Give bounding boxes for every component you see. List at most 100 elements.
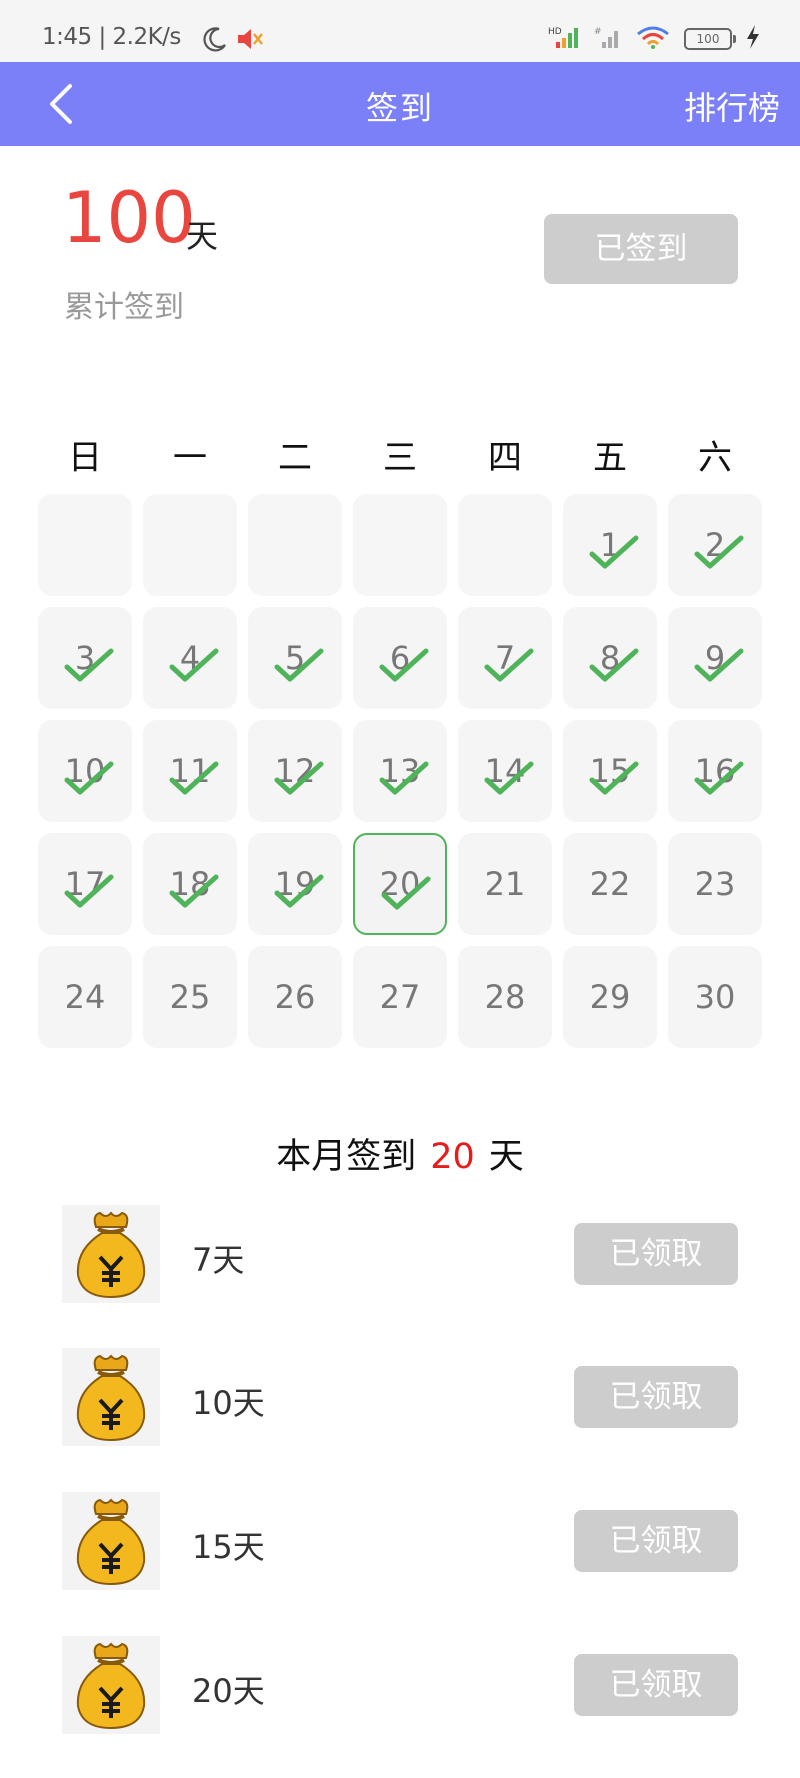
calendar-day[interactable]: 2 (668, 494, 762, 596)
month-summary: 本月签到 20 天 (0, 1128, 800, 1179)
calendar-day[interactable]: 11 (143, 720, 237, 822)
checkmark-icon (64, 761, 114, 795)
day-number: 23 (694, 865, 736, 903)
checkmark-icon (694, 535, 744, 569)
reward-item: 15天 已领取 (62, 1492, 738, 1592)
calendar-day[interactable]: 5 (248, 607, 342, 709)
checkmark-icon (274, 761, 324, 795)
calendar-day[interactable]: 15 (563, 720, 657, 822)
reward-label: 15天 (192, 1528, 265, 1566)
checkmark-icon (484, 648, 534, 682)
calendar-day[interactable]: 24 (38, 946, 132, 1048)
money-bag-icon (62, 1492, 160, 1590)
weekday-label: 一 (173, 438, 207, 478)
calendar-day[interactable]: 26 (248, 946, 342, 1048)
battery-level: 100 (696, 32, 720, 46)
checkmark-icon (274, 874, 324, 908)
calendar-day[interactable]: 9 (668, 607, 762, 709)
day-number: 27 (379, 978, 421, 1016)
battery-icon: 100 (684, 28, 736, 50)
calendar-day[interactable]: 25 (143, 946, 237, 1048)
svg-text:#: # (594, 27, 602, 37)
calendar-day[interactable]: 4 (143, 607, 237, 709)
reward-item: 10天 已领取 (62, 1348, 738, 1448)
reward-item: 7天 已领取 (62, 1205, 738, 1305)
checkmark-icon (379, 648, 429, 682)
calendar-day[interactable]: 13 (353, 720, 447, 822)
day-number: 26 (274, 978, 316, 1016)
calendar-grid: 1 2 3 4 5 6 7 8 9 10 11 12 13 14 15 16 17 18 19 20 21 22 23 24 2… (38, 494, 764, 1048)
money-bag-icon (62, 1348, 160, 1446)
ranking-link[interactable]: 排行榜 (684, 83, 780, 129)
claimed-button[interactable]: 已领取 (574, 1510, 738, 1572)
calendar-day[interactable]: 3 (38, 607, 132, 709)
calendar-day[interactable]: 8 (563, 607, 657, 709)
checkmark-icon (169, 874, 219, 908)
total-days-count: 100 (62, 177, 196, 259)
calendar-day[interactable]: 22 (563, 833, 657, 935)
day-number: 29 (589, 978, 631, 1016)
day-number: 25 (169, 978, 211, 1016)
calendar-day[interactable]: 30 (668, 946, 762, 1048)
charging-icon (746, 25, 760, 53)
checkmark-icon (64, 874, 114, 908)
calendar-day[interactable]: 16 (668, 720, 762, 822)
calendar-empty-cell (248, 494, 342, 596)
page-title: 签到 (365, 89, 434, 127)
calendar-day[interactable]: 28 (458, 946, 552, 1048)
calendar-day[interactable]: 7 (458, 607, 552, 709)
weekday-label: 二 (278, 438, 312, 478)
calendar-day[interactable]: 21 (458, 833, 552, 935)
status-bar: 1:45 | 2.2K/s HD # 100 (0, 0, 800, 62)
month-summary-prefix: 本月签到 (276, 1137, 417, 1177)
calendar-day-today[interactable]: 20 (353, 833, 447, 935)
checkmark-icon (694, 761, 744, 795)
weekday-header: 日一二三四五六 (38, 430, 764, 480)
checkmark-icon (169, 648, 219, 682)
day-number: 21 (484, 865, 526, 903)
checkmark-icon (64, 648, 114, 682)
claimed-button[interactable]: 已领取 (574, 1223, 738, 1285)
calendar-day[interactable]: 1 (563, 494, 657, 596)
calendar-day[interactable]: 17 (38, 833, 132, 935)
reward-item: 20天 已领取 (62, 1636, 738, 1736)
calendar-empty-cell (38, 494, 132, 596)
checkmark-icon (589, 761, 639, 795)
reward-label: 10天 (192, 1384, 265, 1422)
month-unit: 天 (488, 1137, 524, 1177)
signal-icon: # (594, 24, 622, 54)
calendar-day[interactable]: 29 (563, 946, 657, 1048)
day-number: 22 (589, 865, 631, 903)
status-time-speed: 1:45 | 2.2K/s (42, 24, 181, 50)
total-days-unit: 天 (186, 217, 219, 255)
claimed-button[interactable]: 已领取 (574, 1654, 738, 1716)
checkmark-icon (169, 761, 219, 795)
month-count: 20 (430, 1137, 475, 1177)
day-number: 30 (694, 978, 736, 1016)
checkmark-icon (274, 648, 324, 682)
calendar-day[interactable]: 23 (668, 833, 762, 935)
money-bag-icon (62, 1636, 160, 1734)
weekday-label: 四 (488, 438, 522, 478)
calendar-day[interactable]: 14 (458, 720, 552, 822)
calendar-empty-cell (353, 494, 447, 596)
calendar-empty-cell (458, 494, 552, 596)
checkmark-icon (379, 761, 429, 795)
signed-in-button[interactable]: 已签到 (544, 214, 738, 284)
weekday-label: 日 (68, 438, 102, 478)
calendar-day[interactable]: 27 (353, 946, 447, 1048)
svg-text:HD: HD (548, 27, 562, 37)
reward-label: 7天 (192, 1241, 245, 1279)
calendar-day[interactable]: 6 (353, 607, 447, 709)
claimed-button[interactable]: 已领取 (574, 1366, 738, 1428)
total-days-label: 累计签到 (64, 290, 184, 325)
calendar-day[interactable]: 19 (248, 833, 342, 935)
checkmark-icon (694, 648, 744, 682)
calendar-day[interactable]: 18 (143, 833, 237, 935)
checkmark-icon (589, 535, 639, 569)
weekday-label: 六 (698, 438, 732, 478)
hd-signal-icon: HD (548, 24, 580, 54)
reward-label: 20天 (192, 1672, 265, 1710)
calendar-day[interactable]: 12 (248, 720, 342, 822)
calendar-day[interactable]: 10 (38, 720, 132, 822)
